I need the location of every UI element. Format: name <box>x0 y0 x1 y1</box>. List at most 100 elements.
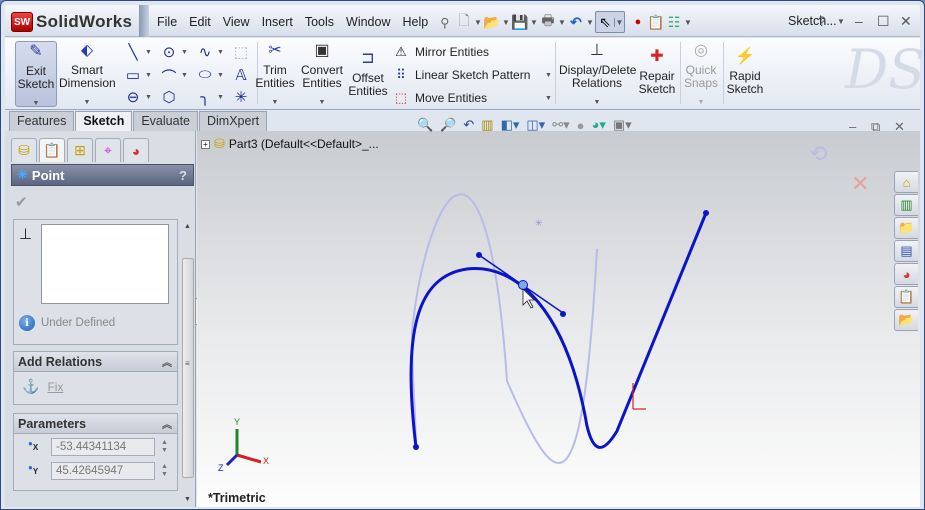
display-delete-relations-button[interactable]: ⊥ Display/Delete Relations ▼ <box>559 43 636 109</box>
exit-sketch-button[interactable]: ✎ Exit Sketch ▼ <box>15 41 57 107</box>
spline-tool-icon[interactable]: ∿ <box>193 43 217 63</box>
exit-sketch-dropdown[interactable]: ▼ <box>16 97 56 110</box>
solidworks-forum-icon[interactable]: 📂 <box>894 309 918 331</box>
tab-features[interactable]: Features <box>9 111 75 131</box>
point-tool-icon[interactable]: ✳ <box>229 88 253 108</box>
help-icon[interactable]: ? <box>179 168 187 183</box>
appearances-icon[interactable]: ◕ <box>894 263 918 285</box>
tab-dimxpert[interactable]: DimXpert <box>199 111 268 131</box>
design-library-icon[interactable]: ▥ <box>894 194 918 216</box>
edit-appearance-icon[interactable]: ● <box>577 118 585 133</box>
print-icon[interactable]: 🖶 <box>539 12 557 31</box>
collapse-icon[interactable]: ︽ <box>162 416 172 431</box>
dimxpert-manager-tab-icon[interactable]: ⌖ <box>95 138 121 162</box>
menu-edit[interactable]: Edit <box>183 13 217 32</box>
solidworks-resources-icon[interactable]: ⌂ <box>894 171 918 193</box>
menu-help[interactable]: Help <box>397 13 435 32</box>
graphics-viewport[interactable]: + ⛁ Part3 (Default<<Default>_... ✳ Y X Z… <box>197 131 920 507</box>
parameters-header[interactable]: Parameters ︽ <box>14 414 177 434</box>
smart-dimension-button[interactable]: ⬖ Smart Dimension ▼ <box>59 43 116 109</box>
viewport-close-button[interactable]: ✕ <box>894 119 905 135</box>
rectangle-tool-icon[interactable]: ▭ <box>121 66 145 86</box>
convert-dropdown[interactable]: ▼ <box>297 96 347 109</box>
plane-tool-icon[interactable]: ⬚ <box>229 43 253 63</box>
confirmation-corner-cancel-icon[interactable]: ✕ <box>851 171 869 197</box>
menu-insert[interactable]: Insert <box>256 13 299 32</box>
options-icon[interactable]: ☷ <box>665 13 683 31</box>
app-logo[interactable]: SW SolidWorks <box>11 10 139 34</box>
scroll-thumb[interactable]: ≡ <box>182 258 194 478</box>
convert-entities-button[interactable]: ▣ Convert Entities ▼ <box>297 43 347 109</box>
previous-view-icon[interactable]: ↶ <box>463 117 474 133</box>
maximize-button[interactable]: ☐ <box>877 13 890 30</box>
fix-relation-button[interactable]: ⚓ Fix <box>14 372 177 401</box>
section-view-icon[interactable]: ▥ <box>481 117 493 133</box>
ellipse-dropdown[interactable]: ▼ <box>217 72 224 79</box>
view-palette-icon[interactable]: ▤ <box>894 240 918 262</box>
open-dropdown[interactable]: ▼ <box>501 18 511 27</box>
move-entities-dropdown[interactable]: ▼ <box>545 95 552 102</box>
custom-properties-icon[interactable]: 📋 <box>894 286 918 308</box>
arc-dropdown[interactable]: ▼ <box>181 72 188 79</box>
x-spinner[interactable]: ▲ ▼ <box>161 439 168 455</box>
x-coordinate-field[interactable] <box>51 438 155 456</box>
minimize-button[interactable]: ‒ <box>855 13 863 29</box>
view-settings-icon[interactable]: ▣▾ <box>613 117 632 133</box>
trim-entities-button[interactable]: ✂ Trim Entities ▼ <box>255 43 295 109</box>
rectangle-dropdown[interactable]: ▼ <box>145 72 152 79</box>
display-manager-tab-icon[interactable]: ◕ <box>123 138 149 162</box>
open-icon[interactable]: 📂 <box>483 13 501 31</box>
viewport-minimize-button[interactable]: ‒ <box>849 119 856 134</box>
relations-dropdown[interactable]: ▼ <box>559 96 635 109</box>
undo-icon[interactable]: ↶ <box>567 13 585 31</box>
line-tool-icon[interactable]: ╲ <box>121 43 145 63</box>
linear-sketch-pattern-button[interactable]: ⠿ Linear Sketch Pattern <box>393 65 530 85</box>
scroll-down-arrow[interactable]: ▼ <box>184 496 191 503</box>
pin-icon[interactable]: ⚲ <box>434 13 455 32</box>
save-dropdown[interactable]: ▼ <box>529 18 539 27</box>
linear-pattern-dropdown[interactable]: ▼ <box>545 72 552 79</box>
move-entities-button[interactable]: ⬚ Move Entities <box>393 88 487 108</box>
existing-relations-list[interactable] <box>41 224 169 304</box>
y-spinner[interactable]: ▲ ▼ <box>161 463 168 479</box>
property-manager-tab-icon[interactable]: 📋 <box>39 138 65 162</box>
close-button[interactable]: ✕ <box>900 13 912 30</box>
view-orientation-icon[interactable]: ◧▾ <box>501 117 520 133</box>
select-dropdown[interactable]: ▼ <box>614 17 624 27</box>
text-tool-icon[interactable]: 𝔸 <box>229 66 253 86</box>
rapid-sketch-button[interactable]: ⚡ Rapid Sketch <box>724 49 766 96</box>
new-document-icon[interactable]: 🗋 <box>455 12 473 31</box>
file-properties-icon[interactable]: 📋 <box>647 13 665 31</box>
configuration-manager-tab-icon[interactable]: ⊞ <box>67 138 93 162</box>
save-icon[interactable]: 💾 <box>511 13 529 31</box>
arc-tool-icon[interactable]: ⌒ <box>157 66 181 86</box>
options-dropdown[interactable]: ▼ <box>683 18 693 27</box>
offset-entities-button[interactable]: ⊐ Offset Entities <box>347 51 389 98</box>
help-dropdown[interactable]: ▼ <box>837 17 845 26</box>
new-dropdown[interactable]: ▼ <box>473 18 483 27</box>
collapse-icon[interactable]: ︽ <box>162 354 172 369</box>
feature-manager-tab-icon[interactable]: ⛁ <box>11 138 37 162</box>
select-button[interactable]: ⇖ ▼ <box>595 11 625 33</box>
trim-dropdown[interactable]: ▼ <box>255 96 295 109</box>
mirror-entities-button[interactable]: ⚠ Mirror Entities <box>393 42 489 62</box>
menu-view[interactable]: View <box>217 13 256 32</box>
scroll-up-arrow[interactable]: ▲ <box>184 223 191 230</box>
quick-snaps-dropdown[interactable]: ▼ <box>681 96 721 109</box>
hide-show-items-icon[interactable]: ⚯▾ <box>552 117 569 133</box>
ok-check-icon[interactable]: ✔ <box>15 193 28 211</box>
tab-evaluate[interactable]: Evaluate <box>133 111 198 131</box>
file-explorer-icon[interactable]: 📁 <box>894 217 918 239</box>
circle-dropdown[interactable]: ▼ <box>181 49 188 56</box>
tab-sketch[interactable]: Sketch <box>75 111 133 131</box>
circle-tool-icon[interactable]: ⊙ <box>157 43 181 63</box>
line-dropdown[interactable]: ▼ <box>145 49 152 56</box>
display-style-icon[interactable]: ◫▾ <box>526 117 545 133</box>
panel-scrollbar[interactable]: ▲ ≡ ▼ <box>181 223 195 503</box>
fillet-dropdown[interactable]: ▼ <box>217 94 224 101</box>
slot-dropdown[interactable]: ▼ <box>145 94 152 101</box>
quick-snaps-button[interactable]: ◎ Quick Snaps ▼ <box>681 43 721 109</box>
menu-tools[interactable]: Tools <box>299 13 340 32</box>
print-dropdown[interactable]: ▼ <box>557 18 567 27</box>
menu-window[interactable]: Window <box>340 13 396 32</box>
